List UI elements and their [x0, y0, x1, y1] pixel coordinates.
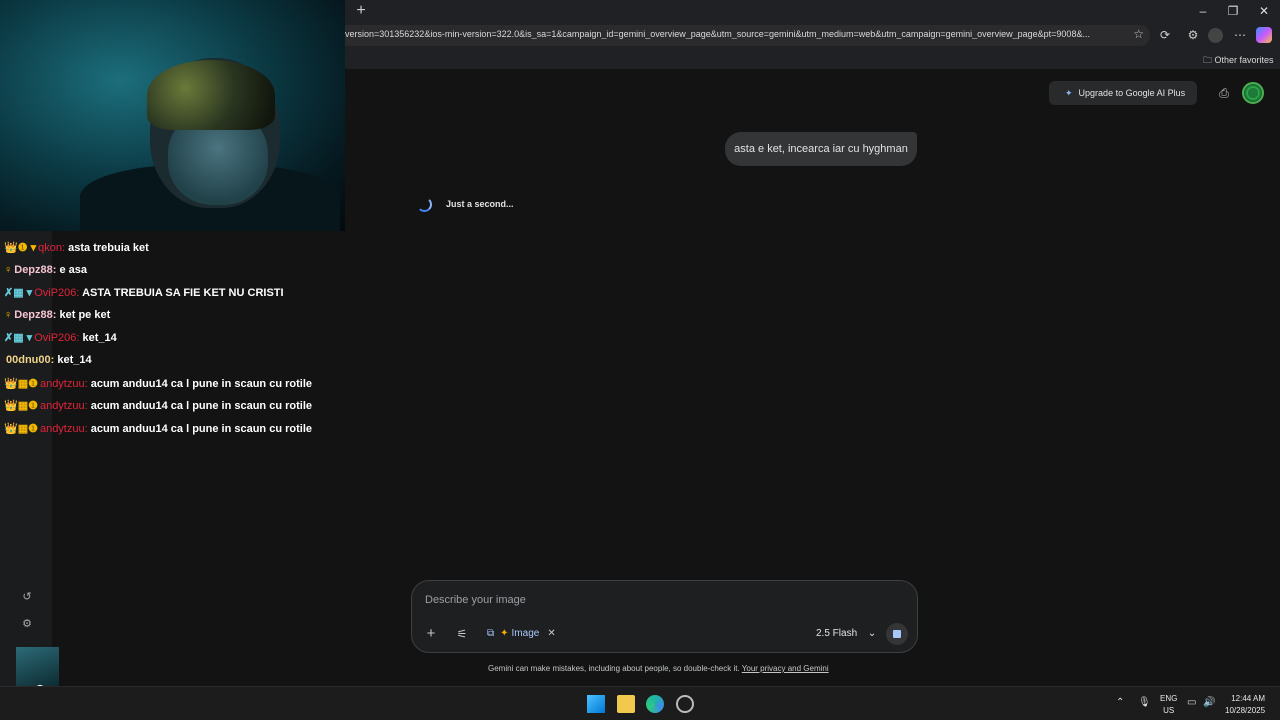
- stop-button[interactable]: [886, 623, 908, 645]
- add-icon[interactable]: +: [424, 625, 438, 643]
- gallery-icon: ⧉: [487, 628, 495, 639]
- settings-icon[interactable]: ⚙: [20, 617, 34, 631]
- upgrade-button[interactable]: ✦ Upgrade to Google AI Plus: [1049, 81, 1197, 105]
- disclaimer: Gemini can make mistakes, including abou…: [488, 664, 829, 673]
- other-favorites-label: Other favorites: [1214, 55, 1274, 65]
- language-code: ENG: [1160, 694, 1178, 703]
- gemini-profile-avatar[interactable]: [1242, 82, 1264, 104]
- close-window-button[interactable]: ✕: [1251, 2, 1277, 20]
- history-icon[interactable]: ↺: [20, 590, 34, 604]
- region-code: US: [1163, 706, 1175, 715]
- favorite-star-icon[interactable]: ☆: [1133, 27, 1144, 41]
- new-tab-button[interactable]: +: [352, 2, 370, 20]
- start-button-icon[interactable]: [587, 695, 605, 713]
- model-selector[interactable]: 2.5 Flash ⌄: [816, 625, 876, 643]
- image-tool-chip[interactable]: ⧉ ✦ Image ✕: [487, 625, 556, 643]
- print-icon[interactable]: ⎙: [1216, 86, 1232, 102]
- network-icon[interactable]: ▭: [1187, 697, 1196, 708]
- loading-spinner-icon: [417, 197, 432, 212]
- disclaimer-text: Gemini can make mistakes, including abou…: [488, 664, 740, 673]
- upgrade-label: Upgrade to Google AI Plus: [1078, 88, 1186, 98]
- restore-button[interactable]: ❐: [1220, 2, 1246, 20]
- volume-icon[interactable]: 🔊: [1203, 697, 1215, 708]
- status-text: Just a second...: [446, 199, 514, 209]
- other-favorites-folder[interactable]: 🗀 Other favorites: [1203, 53, 1274, 69]
- chat-message: 👑▦❶ andytzuu: acum anduu14 ca l pune in s…: [4, 423, 312, 435]
- clock-time: 12:44 AM: [1231, 694, 1266, 703]
- chat-message: 👑▦❶ andytzuu: acum anduu14 ca l pune in s…: [4, 400, 312, 412]
- copilot-icon[interactable]: [1256, 27, 1272, 43]
- url-text: version=301356232&ios-min-version=322.0&…: [345, 29, 1090, 39]
- chat-message: 👑▦❶ andytzuu: acum anduu14 ca l pune in s…: [4, 378, 312, 390]
- screen: + – ❐ ✕ version=301356232&ios-min-versio…: [0, 0, 1280, 720]
- stream-avatar: [16, 647, 59, 687]
- chat-message: ✗▦ ▾ OviP206: ket_14: [4, 332, 117, 344]
- browser-profile-avatar[interactable]: [1208, 28, 1223, 43]
- sparkle-icon: ✦: [1065, 88, 1073, 98]
- remove-chip-icon[interactable]: ✕: [547, 628, 555, 639]
- chat-message: 👑❶ ▾ qkon: asta trebuia ket: [4, 242, 149, 254]
- webcam-overlay: [0, 0, 345, 231]
- taskbar-clock[interactable]: 12:44 AM 10/28/2025: [1225, 693, 1265, 717]
- tools-icon[interactable]: ⚟: [455, 625, 469, 643]
- clock-date: 10/28/2025: [1225, 706, 1266, 715]
- microphone-icon[interactable]: 🎙: [1138, 697, 1151, 708]
- image-chip-label: Image: [511, 628, 540, 639]
- chevron-down-icon: ⌄: [867, 628, 877, 639]
- extensions-icon[interactable]: ⚙: [1184, 26, 1202, 44]
- webcam-cap: [147, 60, 275, 130]
- prompt-input[interactable]: Describe your image: [425, 594, 526, 606]
- chat-message: ✗▦ ▾ OviP206: ASTA TREBUIA SA FIE KET NU …: [4, 287, 284, 299]
- user-message: asta e ket, incearca iar cu hyghman: [725, 132, 917, 166]
- chat-message: ♀ Depz88: e asa: [4, 264, 88, 276]
- banana-icon: ✦: [500, 628, 509, 639]
- privacy-link[interactable]: Your privacy and Gemini: [742, 664, 829, 673]
- minimize-button[interactable]: –: [1190, 2, 1216, 20]
- model-label: 2.5 Flash: [816, 628, 858, 639]
- language-indicator[interactable]: ENG US: [1160, 693, 1177, 717]
- address-bar[interactable]: version=301356232&ios-min-version=322.0&…: [345, 25, 1150, 46]
- chat-message: 00dnu00: ket_14: [6, 354, 92, 366]
- chat-message: ♀ Depz88: ket pe ket: [4, 309, 111, 321]
- show-hidden-icons[interactable]: ⌃: [1116, 697, 1124, 708]
- file-explorer-icon[interactable]: [617, 695, 635, 713]
- more-menu-icon[interactable]: ⋯: [1231, 26, 1249, 44]
- windows-taskbar: ⌃ 🎙 ENG US ▭ 🔊 12:44 AM 10/28/2025: [0, 686, 1280, 720]
- prompt-composer[interactable]: Describe your image + ⚟ ⧉ ✦ Image ✕ 2.5 Fla…: [411, 580, 918, 653]
- app-icon[interactable]: [676, 695, 694, 713]
- edge-browser-icon[interactable]: [646, 695, 664, 713]
- folder-icon: 🗀: [1203, 55, 1215, 65]
- refresh-extension-icon[interactable]: ⟳: [1156, 26, 1174, 44]
